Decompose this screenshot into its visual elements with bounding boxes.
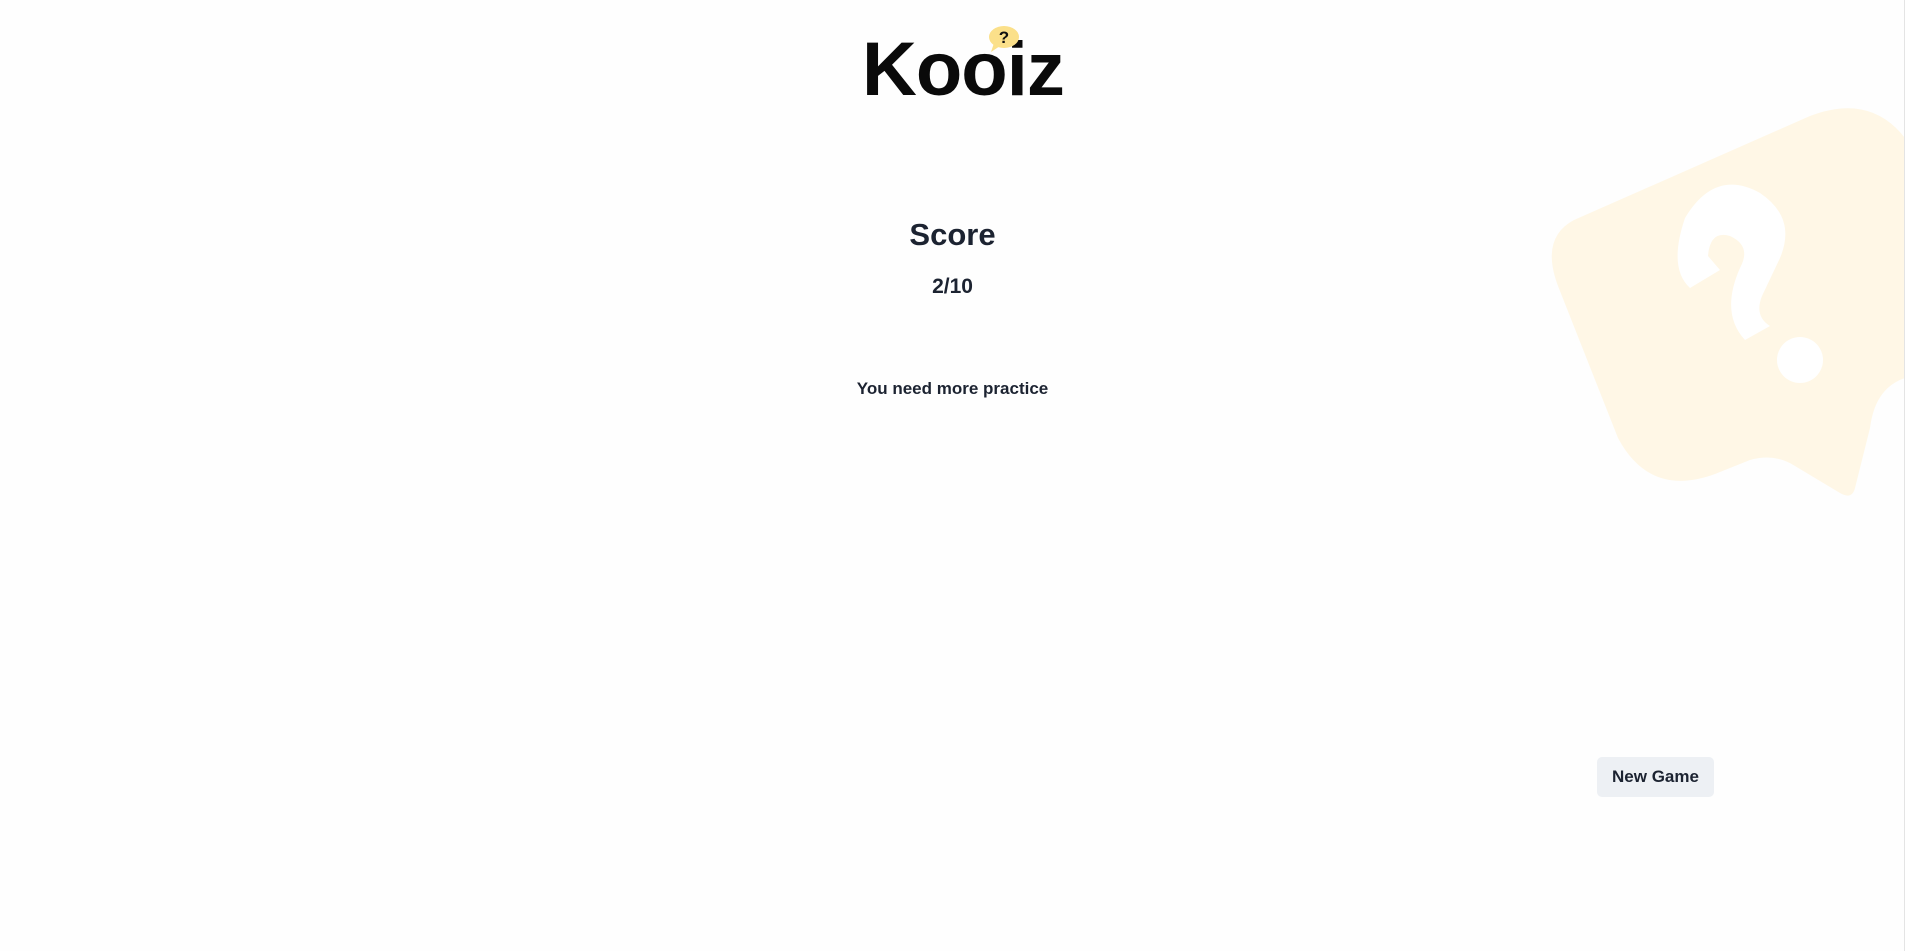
- question-bubble-icon: ?: [989, 26, 1019, 52]
- background-question-bubble-icon: [1551, 108, 1905, 496]
- logo-text: Kooiz: [862, 27, 1065, 112]
- logo-badge-glyph: ?: [999, 28, 1009, 47]
- score-page: Kooiz ? Score 2/10 You need more practic…: [0, 0, 1905, 951]
- kooiz-logo[interactable]: Kooiz ?: [858, 22, 1065, 112]
- new-game-button[interactable]: New Game: [1597, 757, 1714, 797]
